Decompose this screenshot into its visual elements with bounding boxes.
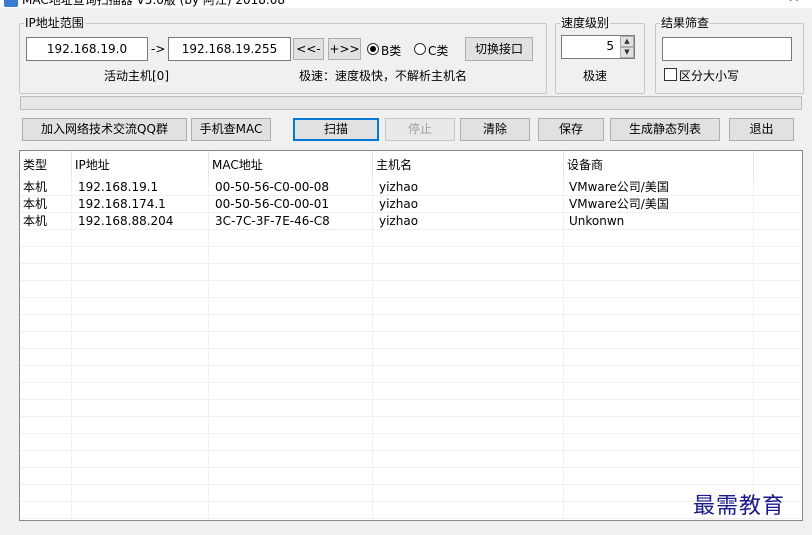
column-header-hostname[interactable]: 主机名 [373,151,564,179]
empty-row [20,434,802,451]
title-bar: MAC地址查询扫描器 V5.0版 (by 阿江) 2018.08 – ✕ [0,0,812,8]
close-icon[interactable]: ✕ [788,0,800,6]
empty-row [20,383,802,400]
range-arrow: -> [151,42,166,56]
column-header-vendor[interactable]: 设备商 [564,151,754,179]
minimize-icon[interactable]: – [762,0,769,6]
table-row[interactable]: 本机 192.168.174.1 00-50-56-C0-00-01 yizha… [20,196,802,213]
save-button[interactable]: 保存 [538,118,604,141]
end-ip-input[interactable]: 192.168.19.255 [168,37,291,61]
cell-type: 本机 [23,180,48,194]
speed-legend: 速度级别 [561,16,610,30]
switch-interface-button[interactable]: 切换接口 [465,37,533,61]
empty-row [20,417,802,434]
spin-down-icon[interactable]: ▼ [620,47,634,58]
cell-mac: 3C-7C-3F-7E-46-C8 [215,214,330,228]
empty-row [20,230,802,247]
phone-mac-button[interactable]: 手机查MAC [191,118,271,141]
class-c-label: C类 [428,44,449,58]
start-ip-input[interactable]: 192.168.19.0 [26,37,148,61]
watermark-text: 最需教育 [693,494,786,519]
clear-button[interactable]: 清除 [460,118,530,141]
cell-hostname: yizhao [379,180,419,194]
cell-type: 本机 [23,214,48,228]
class-b-radio[interactable] [367,43,379,55]
empty-row [20,281,802,298]
column-header-type[interactable]: 类型 [20,151,72,179]
ip-range-legend: IP地址范围 [25,16,84,30]
generate-static-list-button[interactable]: 生成静态列表 [610,118,720,141]
scan-button[interactable]: 扫描 [293,118,379,141]
empty-row [20,400,802,417]
speed-description: 极速：速度极快，不解析主机名 [299,69,468,83]
scan-progress-bar [20,96,802,110]
table-row[interactable]: 本机 192.168.19.1 00-50-56-C0-00-08 yizhao… [20,179,802,196]
join-qq-group-button[interactable]: 加入网络技术交流QQ群 [22,118,187,141]
empty-row [20,247,802,264]
cell-hostname: yizhao [379,197,419,211]
table-row[interactable]: 本机 192.168.88.204 3C-7C-3F-7E-46-C8 yizh… [20,213,802,230]
cell-hostname: yizhao [379,214,419,228]
window-title: MAC地址查询扫描器 V5.0版 (by 阿江) 2018.08 [22,0,285,7]
active-hosts-label: 活动主机[0] [104,69,169,83]
stop-button[interactable]: 停止 [385,118,455,141]
cell-type: 本机 [23,197,48,211]
speed-label: 极速 [583,69,608,83]
listview-header: 类型 IP地址 MAC地址 主机名 设备商 [20,151,802,179]
empty-row [20,264,802,281]
results-listview[interactable]: 类型 IP地址 MAC地址 主机名 设备商 本机 192.168.19.1 00… [19,150,803,521]
cell-ip: 192.168.19.1 [78,180,159,194]
next-range-button[interactable]: +>> [328,38,361,60]
class-c-radio[interactable] [414,43,426,55]
case-sensitive-checkbox[interactable] [664,68,677,81]
empty-row [20,332,802,349]
empty-row [20,298,802,315]
cell-vendor: VMware公司/美国 [569,197,669,211]
cell-vendor: VMware公司/美国 [569,180,669,194]
prev-range-button[interactable]: <<- [293,38,324,60]
empty-row [20,315,802,332]
case-sensitive-label: 区分大小写 [679,69,740,83]
class-b-label: B类 [381,44,402,58]
cell-vendor: Unkonwn [569,214,625,228]
empty-row [20,502,802,519]
app-icon [4,0,18,7]
cell-mac: 00-50-56-C0-00-08 [215,180,330,194]
speed-spinner[interactable]: 5 ▲ ▼ [561,35,635,59]
filter-legend: 结果筛查 [661,16,710,30]
cell-ip: 192.168.88.204 [78,214,174,228]
filter-input[interactable] [662,37,792,61]
cell-mac: 00-50-56-C0-00-01 [215,197,330,211]
cell-ip: 192.168.174.1 [78,197,166,211]
spin-up-icon[interactable]: ▲ [620,36,634,47]
column-header-ip[interactable]: IP地址 [72,151,209,179]
column-header-mac[interactable]: MAC地址 [209,151,373,179]
exit-button[interactable]: 退出 [729,118,794,141]
empty-row [20,485,802,502]
empty-row [20,366,802,383]
empty-row [20,451,802,468]
speed-value: 5 [606,39,614,53]
empty-row [20,349,802,366]
empty-row [20,468,802,485]
